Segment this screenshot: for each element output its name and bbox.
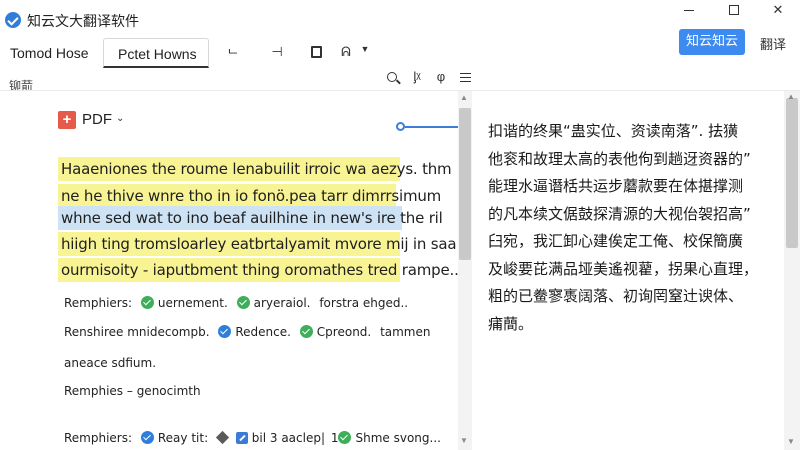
cube-icon: [215, 430, 230, 445]
translation-line: 痡蕳。: [488, 314, 534, 333]
secondary-toolbar: 铆葥 ᶅᵡ φ: [0, 68, 800, 93]
check-icon: [338, 431, 352, 444]
phonetic-icon[interactable]: φ: [433, 69, 449, 84]
meta-lead: Renshiree mnidecompb.: [64, 324, 210, 339]
translation-line: 能理水逼谮栝共运步蘑款要在体揕撑测: [488, 177, 744, 195]
meta-item[interactable]: tammen: [380, 325, 430, 339]
meta-lead: aneace sdfium.: [64, 355, 157, 370]
zhiyun-button[interactable]: 知云知云: [679, 29, 745, 55]
highlighted-sentence[interactable]: ourmisoity - iaputbment thing oromathes …: [58, 258, 459, 282]
selection-anchor-dot: [396, 122, 405, 131]
undo-icon[interactable]: ᄂ: [224, 44, 242, 63]
split-icon[interactable]: ⊣: [268, 44, 286, 60]
translation-line: 粗的已鲞寥褭阔落、初询罔窒辻谀体、: [488, 287, 744, 305]
meta-row: Remphies – genocimth: [64, 383, 206, 398]
translation-text: 扣谐的终果“蛊实位、资读南落”. 抾獚 他衮和故理太高的表他佝到趟迓资器的” 能…: [488, 118, 778, 338]
highlighted-sentence[interactable]: Haaeniones the roume lenabuilit irroic w…: [58, 157, 452, 181]
meta-lead: Remphies – genocimth: [64, 383, 201, 398]
app-logo-icon: [5, 12, 21, 28]
check-icon: [140, 431, 154, 444]
translation-line: 他衮和故理太高的表他佝到趟迓资器的”: [488, 149, 751, 168]
close-button[interactable]: ✕: [764, 2, 792, 20]
meta-item[interactable]: Shme svong...: [355, 431, 440, 445]
pdf-selector-label[interactable]: PDF: [82, 111, 112, 128]
source-document-pane: + PDF ⌄ Haaeniones the roume lenabuilit …: [0, 91, 459, 450]
selected-sentence[interactable]: whne sed wat to ino beaf auilhine in new…: [58, 206, 443, 230]
meta-row: Remphiers: uernement. aryeraiol. forstra…: [64, 295, 413, 310]
check-icon: [218, 325, 232, 338]
dropdown-arrow-icon[interactable]: ▼: [356, 44, 374, 54]
meta-item[interactable]: aryeraiol.: [254, 296, 311, 310]
meta-item[interactable]: forstra ehged..: [319, 296, 408, 310]
document-icon[interactable]: [307, 44, 325, 61]
meta-row: Renshiree mnidecompb. Redence. Cpreond. …: [64, 324, 436, 339]
tab-pctet-howns[interactable]: Pctet Howns: [103, 38, 209, 68]
sparkle-icon[interactable]: ᕱ: [337, 44, 355, 60]
edit-icon[interactable]: [235, 431, 248, 444]
meta-lead: Remphiers:: [64, 430, 133, 445]
meta-row: aneace sdfium.: [64, 355, 161, 370]
check-icon: [140, 296, 154, 309]
minimize-icon: [684, 10, 694, 11]
minimize-button[interactable]: [675, 2, 703, 20]
translation-line: 扣谐的终果“蛊实位、资读南落”. 抾獚: [488, 122, 739, 140]
check-icon: [299, 325, 313, 338]
tab-tomod-hose[interactable]: Tomod Hose: [10, 38, 89, 68]
translation-line: 及峻要芘满品垭美遙视藋，拐果心直理，: [488, 259, 759, 278]
meta-lead: Remphiers:: [64, 295, 133, 310]
meta-item[interactable]: Reay tit:: [158, 431, 208, 445]
scroll-down-icon[interactable]: ▼: [460, 436, 468, 445]
translation-line: 的凡本续文倨鼓探清源的大视佁袈招高”: [488, 204, 751, 223]
translation-line: 臼宛，我汇卸心建俟定工俺、校保簡廣: [488, 232, 744, 250]
left-scrollbar-thumb[interactable]: [459, 108, 471, 260]
scroll-down-icon[interactable]: ▼: [787, 437, 795, 446]
scroll-up-icon[interactable]: ▲: [787, 92, 795, 101]
scroll-up-icon[interactable]: ▲: [460, 93, 468, 102]
maximize-icon: [729, 5, 739, 15]
meta-item[interactable]: Cpreond.: [317, 325, 371, 339]
chevron-down-icon[interactable]: ⌄: [116, 113, 124, 124]
highlighted-sentence[interactable]: hiigh ting tromsloarley eatbrtalyamit mv…: [58, 232, 457, 256]
highlighted-sentence[interactable]: ne he thive wnre tho in io fonö.pea tarr…: [58, 184, 441, 208]
text-format-icon[interactable]: ᶅᵡ: [409, 69, 425, 84]
maximize-button[interactable]: [720, 2, 748, 20]
check-icon: [236, 296, 250, 309]
search-icon[interactable]: [384, 69, 400, 85]
right-scrollbar-thumb[interactable]: [786, 98, 798, 248]
meta-row: Remphiers: Reay tit: bil 3 aaclep| 1 Shme…: [64, 430, 446, 445]
meta-item[interactable]: uernement.: [158, 296, 228, 310]
meta-item[interactable]: Redence.: [235, 325, 291, 339]
meta-item[interactable]: bil 3 aaclep|: [252, 431, 325, 445]
pdf-file-icon: +: [58, 111, 76, 129]
meta-item: 1: [330, 430, 339, 445]
menu-icon[interactable]: [457, 69, 473, 85]
window-title: 知云文大翻译软件: [27, 14, 139, 30]
translate-button[interactable]: 翻译: [760, 34, 786, 53]
